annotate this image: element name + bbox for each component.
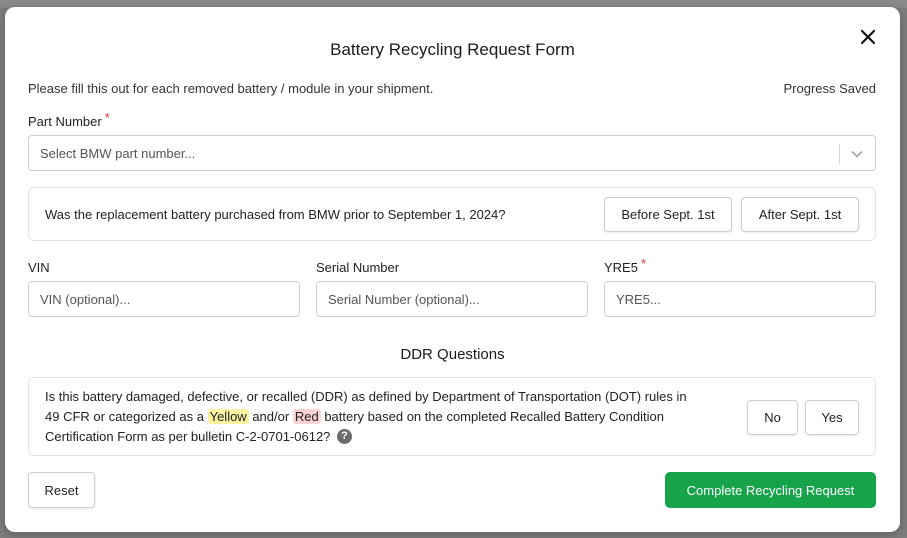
ddr-question-line-2: 49 CFR or categorized as a Yellow and/or… — [45, 407, 745, 427]
modal-title: Battery Recycling Request Form — [330, 40, 575, 59]
part-number-label: Part Number * — [28, 110, 110, 129]
ddr-yes-button[interactable]: Yes — [805, 400, 859, 435]
chevron-down-icon[interactable] — [850, 147, 864, 161]
close-button[interactable] — [857, 26, 879, 48]
ddr-section-title: DDR Questions — [400, 346, 505, 363]
serial-number-label: Serial Number — [316, 260, 400, 275]
progress-status: Progress Saved — [783, 81, 877, 96]
complete-recycling-request-button[interactable]: Complete Recycling Request — [665, 472, 876, 508]
close-icon — [860, 29, 876, 45]
before-sept-button[interactable]: Before Sept. 1st — [604, 197, 732, 232]
ddr-line2-post: battery based on the completed Recalled … — [324, 409, 664, 424]
serial-number-input[interactable] — [316, 281, 588, 317]
yellow-category-badge: Yellow — [207, 409, 249, 424]
ddr-question-card: Is this battery damaged, defective, or r… — [28, 377, 876, 456]
recycling-request-modal: Battery Recycling Request Form Please fi… — [5, 7, 900, 532]
part-number-label-text: Part Number — [28, 114, 102, 129]
required-marker: * — [640, 256, 647, 271]
yre5-label: YRE5 * — [604, 256, 646, 275]
instructions-text: Please fill this out for each removed ba… — [28, 81, 434, 96]
required-marker: * — [104, 110, 110, 125]
purchase-date-card: Was the replacement battery purchased fr… — [28, 187, 876, 241]
yre5-input[interactable] — [604, 281, 876, 317]
vin-input[interactable] — [28, 281, 300, 317]
vin-label: VIN — [28, 260, 50, 275]
after-sept-button[interactable]: After Sept. 1st — [741, 197, 859, 232]
yre5-label-text: YRE5 — [604, 260, 638, 275]
ddr-question: Is this battery damaged, defective, or r… — [45, 387, 745, 447]
ddr-line3-text: Certification Form as per bulletin C-2-0… — [45, 429, 331, 444]
ddr-line2-mid: and/or — [252, 409, 290, 424]
red-category-badge: Red — [292, 409, 321, 424]
ddr-question-line-3: Certification Form as per bulletin C-2-0… — [45, 427, 745, 447]
ddr-no-button[interactable]: No — [747, 400, 798, 435]
help-circle-icon[interactable]: ? — [337, 429, 353, 445]
part-number-placeholder: Select BMW part number... — [40, 146, 196, 161]
reset-button[interactable]: Reset — [28, 472, 95, 508]
purchase-date-question: Was the replacement battery purchased fr… — [45, 207, 506, 222]
ddr-line2-pre: 49 CFR or categorized as a — [45, 409, 204, 424]
part-number-select[interactable]: Select BMW part number... — [28, 135, 876, 171]
ddr-question-line-1: Is this battery damaged, defective, or r… — [45, 389, 687, 404]
select-separator — [839, 144, 840, 164]
